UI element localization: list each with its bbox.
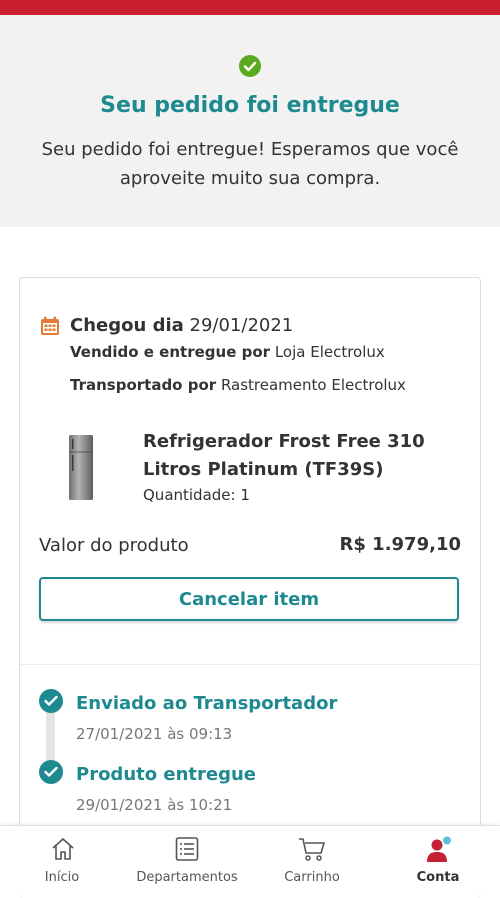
nav-label: Carrinho bbox=[284, 870, 340, 885]
nav-label: Conta bbox=[416, 870, 460, 885]
arrival-date: 29/01/2021 bbox=[189, 315, 294, 336]
timeline-step-date: 29/01/2021 às 10:21 bbox=[76, 796, 233, 814]
top-brand-bar bbox=[0, 0, 500, 15]
arrival-label: Chegou dia bbox=[70, 315, 184, 336]
carrier-value: Rastreamento Electrolux bbox=[220, 376, 406, 394]
carrier-label: Transportado por bbox=[70, 376, 217, 394]
nav-label: Departamentos bbox=[136, 870, 238, 885]
list-icon bbox=[175, 837, 199, 861]
timeline-step-date: 27/01/2021 às 09:13 bbox=[76, 725, 233, 743]
order-status-header: Seu pedido foi entregue Seu pedido foi e… bbox=[0, 15, 500, 227]
card-divider bbox=[20, 664, 479, 665]
status-title: Seu pedido foi entregue bbox=[100, 93, 400, 118]
refrigerator-product-image bbox=[69, 435, 93, 500]
user-icon bbox=[427, 836, 451, 862]
nav-label: Início bbox=[44, 870, 80, 885]
status-message: Seu pedido foi entregue! Esperamos que v… bbox=[41, 139, 459, 189]
product-value-label: Valor do produto bbox=[39, 535, 189, 556]
calendar-icon bbox=[41, 316, 59, 335]
carrier-line: Transportado por Rastreamento Electrolux bbox=[70, 376, 406, 394]
nav-item-departamentos[interactable]: Departamentos bbox=[127, 826, 247, 895]
seller-line: Vendido e entregue por Loja Electrolux bbox=[70, 343, 385, 361]
nav-item-inicio[interactable]: Início bbox=[22, 826, 102, 895]
cancel-item-button[interactable]: Cancelar item bbox=[39, 577, 459, 621]
timeline-step-title: Produto entregue bbox=[76, 764, 256, 785]
timeline-step-title: Enviado ao Transportador bbox=[76, 693, 338, 714]
seller-value: Loja Electrolux bbox=[274, 343, 385, 361]
arrival-line: Chegou dia 29/01/2021 bbox=[70, 315, 293, 336]
nav-item-conta[interactable]: Conta bbox=[398, 826, 478, 895]
timeline-check-icon bbox=[39, 760, 63, 784]
product-quantity: Quantidade: 1 bbox=[143, 486, 250, 504]
product-value-amount: R$ 1.979,10 bbox=[339, 534, 461, 555]
check-circle-icon bbox=[239, 55, 261, 77]
home-icon bbox=[52, 838, 74, 860]
nav-item-carrinho[interactable]: Carrinho bbox=[272, 826, 352, 895]
seller-label: Vendido e entregue por bbox=[70, 343, 271, 361]
cart-icon bbox=[299, 838, 325, 861]
product-name[interactable]: Refrigerador Frost Free 310 Litros Plati… bbox=[143, 428, 473, 484]
bottom-navigation: Início Departamentos Carrinho Conta bbox=[0, 825, 500, 895]
timeline-check-icon bbox=[39, 689, 63, 713]
